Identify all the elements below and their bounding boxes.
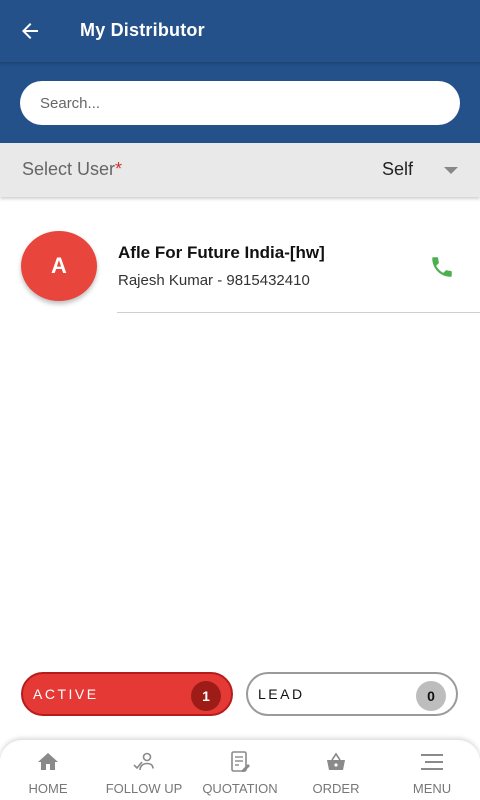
nav-quotation[interactable]: QUOTATION (192, 740, 288, 800)
bottom-navigation: HOME FOLLOW UP QUOTATION ORDER MENU (0, 740, 480, 800)
basket-icon (327, 752, 345, 770)
app-header: My Distributor (0, 0, 480, 143)
list-item[interactable]: A Afle For Future India-[hw] Rajesh Kuma… (0, 222, 480, 314)
distributor-name: Afle For Future India-[hw] (118, 243, 325, 262)
nav-order[interactable]: ORDER (288, 740, 384, 800)
row-divider (117, 312, 480, 313)
lead-filter-button[interactable]: LEAD 0 (246, 672, 458, 716)
nav-menu[interactable]: MENU (384, 740, 480, 800)
dropdown-caret-icon[interactable] (444, 167, 458, 174)
lead-count-badge: 0 (416, 681, 446, 711)
nav-quotation-label: QUOTATION (202, 781, 278, 796)
nav-follow-up-label: FOLLOW UP (105, 781, 183, 796)
nav-order-label: ORDER (312, 781, 360, 796)
quotation-icon (231, 751, 250, 772)
back-arrow-icon[interactable] (18, 19, 42, 43)
active-label: ACTIVE (33, 686, 99, 702)
follow-up-icon (133, 752, 154, 771)
home-icon (38, 753, 58, 770)
active-filter-button[interactable]: ACTIVE 1 (21, 672, 233, 716)
distributor-contact: Rajesh Kumar - 9815432410 (118, 272, 310, 289)
header-shadow (0, 62, 480, 66)
menu-icon (421, 754, 443, 770)
avatar: A (21, 231, 97, 301)
active-count-badge: 1 (191, 681, 221, 711)
nav-home[interactable]: HOME (0, 740, 96, 800)
nav-follow-up[interactable]: FOLLOW UP (96, 740, 192, 800)
select-user-dropdown[interactable]: Select User* Self (0, 143, 480, 197)
page-title: My Distributor (80, 20, 205, 40)
select-user-value: Self (382, 159, 414, 179)
nav-home-label: HOME (28, 781, 68, 796)
search-input[interactable] (20, 81, 460, 125)
phone-icon[interactable] (429, 254, 455, 280)
select-user-label: Select User* (22, 159, 123, 179)
lead-label: LEAD (258, 686, 305, 702)
nav-menu-label: MENU (412, 781, 452, 796)
required-mark: * (115, 159, 123, 179)
